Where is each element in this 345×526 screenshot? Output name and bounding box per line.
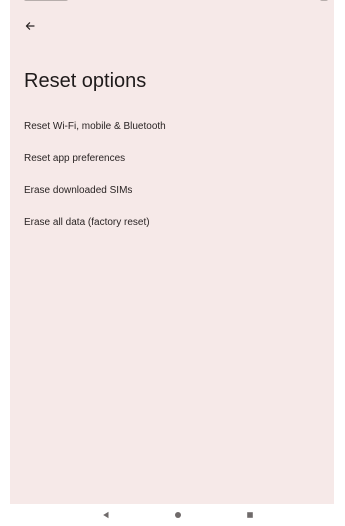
nav-recents-button[interactable] (244, 509, 256, 521)
option-label: Erase downloaded SIMs (24, 184, 133, 196)
triangle-back-icon (103, 511, 109, 519)
status-bar (10, 0, 334, 8)
status-bar-battery (320, 0, 328, 1)
option-label: Reset Wi-Fi, mobile & Bluetooth (24, 120, 166, 132)
square-recents-icon (247, 512, 253, 518)
reset-options-list: Reset Wi-Fi, mobile & Bluetooth Reset ap… (10, 110, 334, 238)
arrow-back-icon (25, 22, 35, 30)
option-reset-network[interactable]: Reset Wi-Fi, mobile & Bluetooth (10, 110, 334, 142)
nav-back-button[interactable] (100, 509, 112, 521)
page-title: Reset options (24, 70, 147, 92)
option-reset-app-preferences[interactable]: Reset app preferences (10, 142, 334, 174)
option-factory-reset[interactable]: Erase all data (factory reset) (10, 206, 334, 238)
option-erase-sims[interactable]: Erase downloaded SIMs (10, 174, 334, 206)
status-bar-indicators (24, 0, 68, 1)
nav-home-button[interactable] (172, 509, 184, 521)
navigation-bar (10, 504, 334, 526)
settings-screen: Reset options Reset Wi-Fi, mobile & Blue… (10, 0, 334, 526)
back-button[interactable] (19, 15, 41, 37)
option-label: Erase all data (factory reset) (24, 216, 150, 228)
circle-home-icon (175, 512, 181, 518)
option-label: Reset app preferences (24, 152, 126, 164)
